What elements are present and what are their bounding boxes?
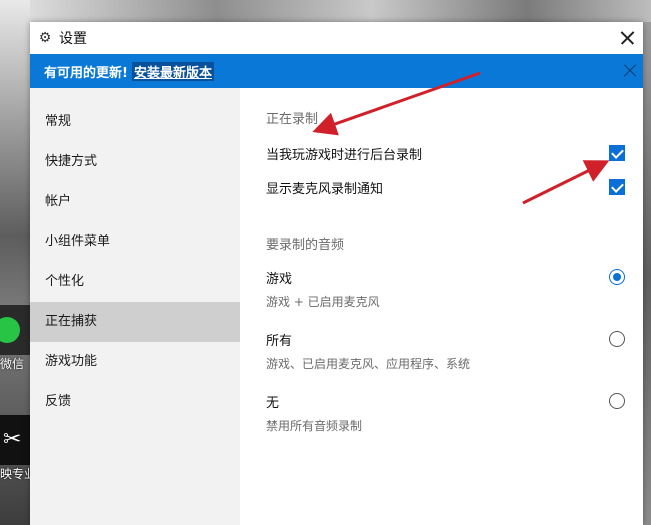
update-banner: 有可用的更新! 安装最新版本 xyxy=(30,54,643,88)
audio-option-title: 无 xyxy=(266,396,280,411)
audio-option-radio[interactable] xyxy=(609,393,625,409)
sidebar-item-account[interactable]: 帐户 xyxy=(30,182,240,222)
audio-option-none[interactable]: 无 禁用所有音频录制 xyxy=(266,392,625,434)
sidebar-item-game-features[interactable]: 游戏功能 xyxy=(30,342,240,382)
sidebar-item-feedback[interactable]: 反馈 xyxy=(30,382,240,422)
sidebar-item-personalization[interactable]: 个性化 xyxy=(30,262,240,302)
desktop-icon-label: 微信 xyxy=(0,357,25,371)
mic-notify-label: 显示麦克风录制通知 xyxy=(266,182,384,197)
sidebar-item-shortcuts[interactable]: 快捷方式 xyxy=(30,142,240,182)
title-bar: ⚙ 设置 xyxy=(30,22,643,54)
sidebar-item-widget-menu[interactable]: 小组件菜单 xyxy=(30,222,240,262)
audio-option-subtitle: 游戏 + 已启用麦克风 xyxy=(266,295,380,309)
sidebar-item-general[interactable]: 常规 xyxy=(30,102,240,142)
audio-option-subtitle: 禁用所有音频录制 xyxy=(266,419,363,433)
audio-option-all[interactable]: 所有 游戏、已启用麦克风、应用程序、系统 xyxy=(266,330,625,372)
desktop-wallpaper-right xyxy=(643,22,651,525)
audio-option-radio[interactable] xyxy=(609,269,625,285)
capcut-icon: ✂ xyxy=(0,415,30,465)
desktop-icon-capcut[interactable]: ✂ 映专业 xyxy=(0,415,30,482)
audio-option-game[interactable]: 游戏 游戏 + 已启用麦克风 xyxy=(266,268,625,310)
background-record-checkbox[interactable] xyxy=(609,145,625,161)
audio-option-subtitle: 游戏、已启用麦克风、应用程序、系统 xyxy=(266,357,471,371)
desktop-wallpaper-top xyxy=(30,0,651,22)
mic-notify-checkbox[interactable] xyxy=(609,179,625,195)
close-icon[interactable] xyxy=(611,22,641,54)
sidebar-item-capturing[interactable]: 正在捕获 xyxy=(30,302,240,342)
sidebar: 常规 快捷方式 帐户 小组件菜单 个性化 正在捕获 游戏功能 反馈 xyxy=(30,88,240,525)
banner-close-icon[interactable] xyxy=(623,63,637,77)
settings-body: 常规 快捷方式 帐户 小组件菜单 个性化 正在捕获 游戏功能 反馈 正在录制 当… xyxy=(30,88,643,525)
update-banner-text: 有可用的更新! xyxy=(44,65,128,81)
background-record-label: 当我玩游戏时进行后台录制 xyxy=(266,148,423,163)
desktop-icon-wechat[interactable]: 微信 xyxy=(0,305,30,372)
gear-icon: ⚙ xyxy=(38,30,52,46)
install-latest-link[interactable]: 安装最新版本 xyxy=(131,61,214,81)
background-record-row: 当我玩游戏时进行后台录制 xyxy=(266,144,625,164)
wechat-icon xyxy=(0,305,30,355)
audio-section-title: 要录制的音频 xyxy=(266,238,345,253)
audio-option-title: 游戏 xyxy=(266,272,293,287)
audio-option-title: 所有 xyxy=(266,334,293,349)
audio-option-radio[interactable] xyxy=(609,331,625,347)
capture-settings-panel: 正在录制 当我玩游戏时进行后台录制 显示麦克风录制通知 要录制的音频 游戏 游戏… xyxy=(240,88,643,525)
mic-notify-row: 显示麦克风录制通知 xyxy=(266,178,625,198)
desktop-icon-label: 映专业 xyxy=(0,467,30,481)
recording-section-title: 正在录制 xyxy=(266,112,319,127)
window-title: 设置 xyxy=(59,31,87,47)
settings-window: ⚙ 设置 有可用的更新! 安装最新版本 常规 快捷方式 帐户 小组件菜单 个性化… xyxy=(30,22,643,525)
